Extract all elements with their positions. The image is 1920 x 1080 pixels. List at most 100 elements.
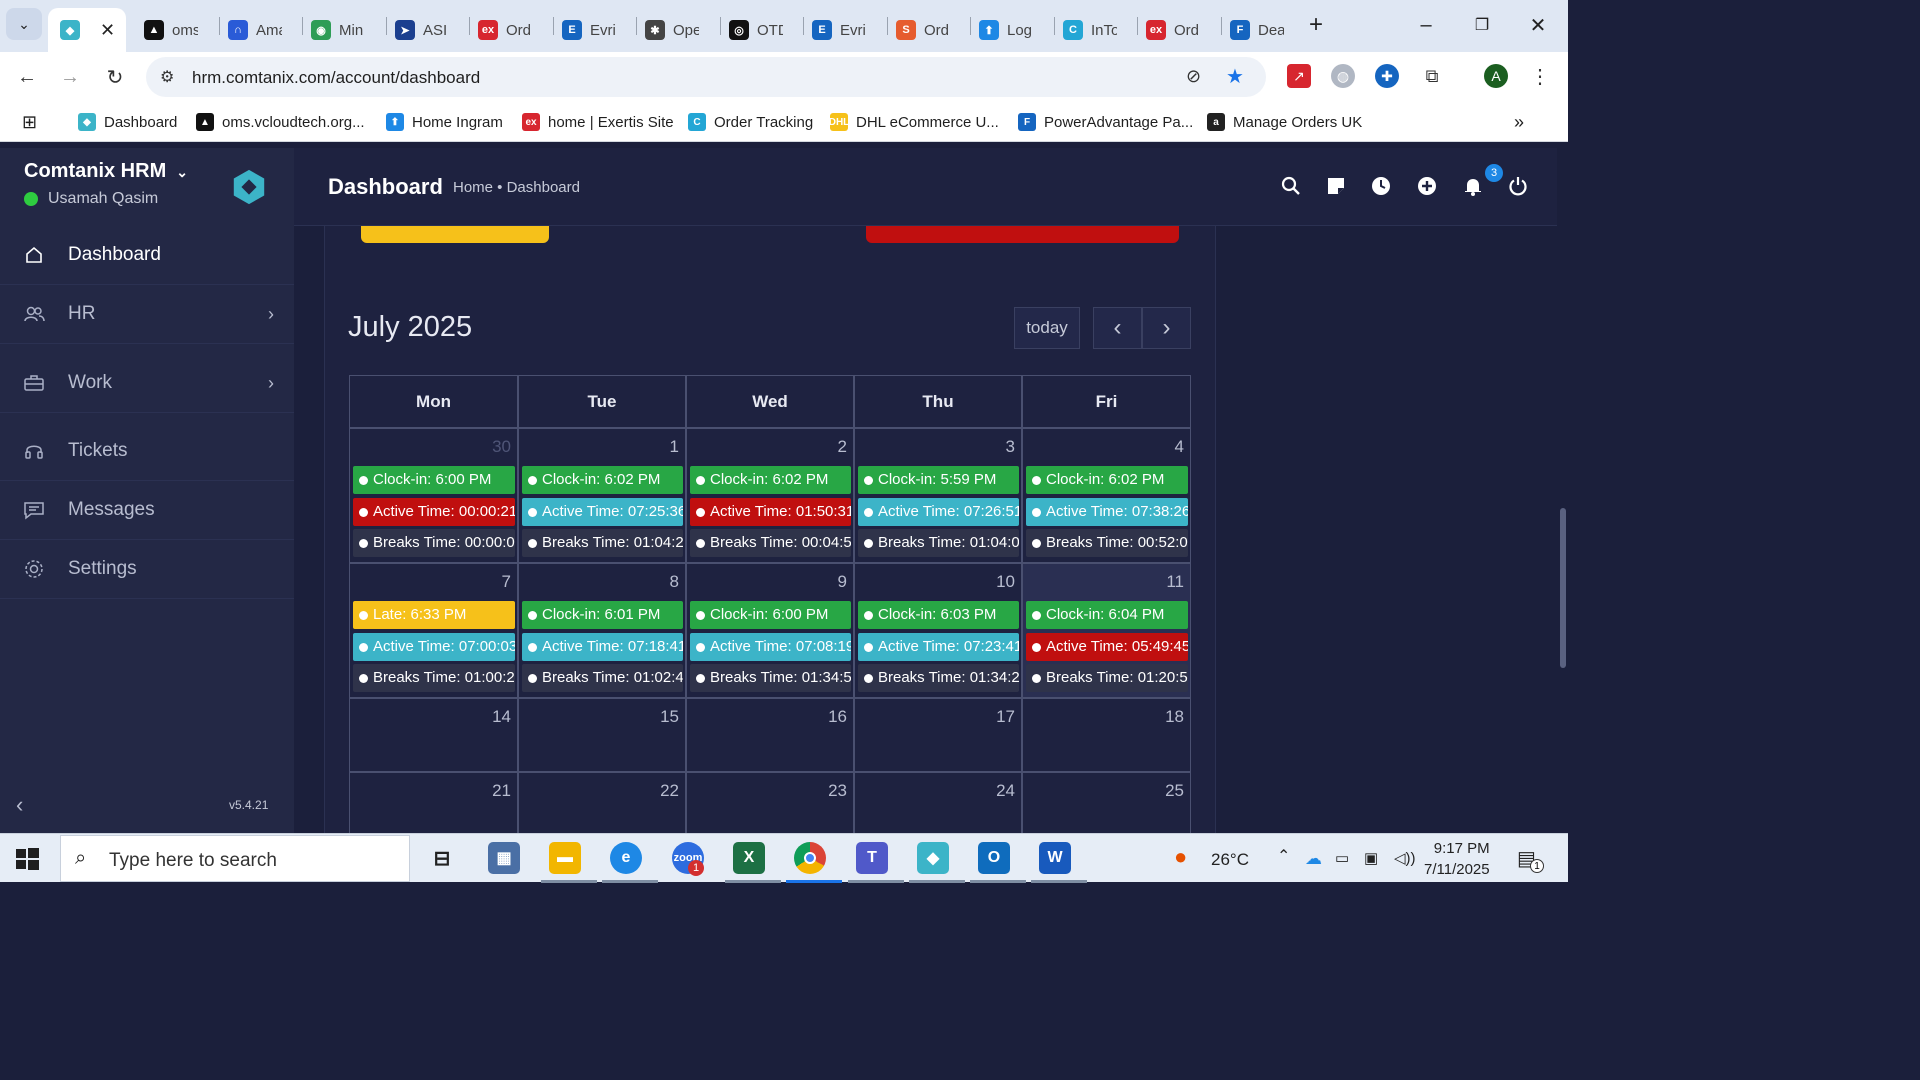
windows-start-icon[interactable]	[14, 846, 40, 872]
restore-button[interactable]: ❐	[1462, 10, 1502, 40]
calendar-day-cell[interactable]: 25	[1022, 772, 1191, 833]
calendar-next-button[interactable]: ›	[1142, 307, 1191, 349]
browser-tab[interactable]: ex Ord	[1140, 8, 1218, 52]
file-explorer-icon[interactable]: ▬	[549, 842, 581, 874]
bookmark-item[interactable]: C Order Tracking	[688, 111, 813, 133]
browser-tab[interactable]: F Dea	[1224, 8, 1302, 52]
calendar-event[interactable]: Active Time: 05:49:45	[1026, 632, 1188, 661]
sidebar-item-settings[interactable]: Settings	[0, 540, 294, 599]
site-info-icon[interactable]: ⚙	[160, 67, 174, 87]
calendar-event[interactable]: Active Time: 07:08:19	[690, 632, 851, 661]
bookmark-item[interactable]: DHL DHL eCommerce U...	[829, 111, 999, 133]
calendar-day-cell[interactable]: 17	[854, 698, 1022, 772]
calendar-event[interactable]: Breaks Time: 01:04:09	[858, 529, 1019, 557]
bell-icon[interactable]	[1461, 174, 1485, 198]
calculator-icon[interactable]: ▦	[488, 842, 520, 874]
calendar-event[interactable]: Breaks Time: 00:04:56	[690, 529, 851, 557]
network-icon[interactable]: ▣	[1364, 849, 1378, 867]
calendar-day-cell[interactable]: 18	[1022, 698, 1191, 772]
calendar-event[interactable]: Breaks Time: 01:34:56	[690, 664, 851, 692]
bookmark-item[interactable]: a Manage Orders UK	[1207, 111, 1362, 133]
more-bookmarks-icon[interactable]: »	[1514, 111, 1524, 133]
tab-search-button[interactable]: ⌄	[6, 8, 42, 40]
pdf-extension-icon[interactable]: ↗	[1287, 64, 1311, 88]
calendar-prev-button[interactable]: ‹	[1093, 307, 1142, 349]
eye-off-icon[interactable]: ⊘	[1186, 66, 1201, 87]
calendar-day-cell[interactable]: 1 Clock-in: 6:02 PM Active Time: 07:25:36 B…	[518, 428, 686, 563]
calendar-event[interactable]: Clock-in: 5:59 PM	[858, 466, 1019, 494]
onedrive-icon[interactable]: ☁	[1305, 849, 1322, 869]
word-icon[interactable]: W	[1039, 842, 1071, 874]
calendar-event[interactable]: Clock-in: 6:00 PM	[690, 601, 851, 629]
calendar-event[interactable]: Active Time: 07:18:41	[522, 632, 683, 661]
bookmark-item[interactable]: ex home | Exertis Site	[522, 111, 674, 133]
calendar-event[interactable]: Breaks Time: 01:00:21	[353, 664, 515, 692]
system-clock[interactable]: 9:17 PM 7/11/2025	[1424, 838, 1490, 880]
tab-active-comtanix[interactable]: ◆ ✕	[48, 8, 126, 52]
tray-expand-icon[interactable]: ⌃	[1277, 846, 1290, 866]
calendar-event[interactable]: Clock-in: 6:02 PM	[522, 466, 683, 494]
outlook-icon[interactable]: O	[978, 842, 1010, 874]
add-icon[interactable]	[1415, 174, 1439, 198]
reload-icon[interactable]: ↻	[102, 64, 128, 90]
browser-tab[interactable]: ◎ OTD	[723, 8, 801, 52]
calendar-event[interactable]: Clock-in: 6:02 PM	[690, 466, 851, 494]
close-window-button[interactable]: ✕	[1518, 10, 1558, 40]
calendar-event[interactable]: Active Time: 07:38:26	[1026, 497, 1188, 526]
calendar-day-cell[interactable]: 3 Clock-in: 5:59 PM Active Time: 07:26:51 B…	[854, 428, 1022, 563]
calendar-event[interactable]: Breaks Time: 00:52:00	[1026, 529, 1188, 557]
clock-icon[interactable]	[1369, 174, 1393, 198]
sidebar-item-tickets[interactable]: Tickets	[0, 422, 294, 481]
browser-tab[interactable]: ✱ Ope	[639, 8, 717, 52]
bookmark-item[interactable]: ⬆ Home Ingram	[386, 111, 503, 133]
browser-tab[interactable]: ∩ Ama	[222, 8, 300, 52]
sidebar-item-hr[interactable]: HR ›	[0, 285, 294, 344]
taskbar-search-box[interactable]: ⌕ Type here to search	[60, 835, 410, 882]
calendar-day-cell[interactable]: 2 Clock-in: 6:02 PM Active Time: 01:50:31 B…	[686, 428, 854, 563]
excel-icon[interactable]: X	[733, 842, 765, 874]
calendar-event[interactable]: Clock-in: 6:01 PM	[522, 601, 683, 629]
calendar-event[interactable]: Active Time: 07:23:41	[858, 632, 1019, 661]
calendar-day-cell[interactable]: 8 Clock-in: 6:01 PM Active Time: 07:18:41 B…	[518, 563, 686, 698]
bookmark-star-icon[interactable]: ★	[1226, 64, 1244, 89]
weather-icon[interactable]: ●	[1174, 844, 1187, 870]
calendar-event[interactable]: Clock-in: 6:04 PM	[1026, 601, 1188, 629]
scrollbar-thumb[interactable]	[1560, 508, 1566, 668]
browser-tab[interactable]: ex Ord	[472, 8, 550, 52]
calendar-event[interactable]: Clock-in: 6:00 PM	[353, 466, 515, 494]
calendar-event[interactable]: Active Time: 01:50:31	[690, 497, 851, 526]
calendar-day-cell[interactable]: 15	[518, 698, 686, 772]
search-icon[interactable]	[1279, 174, 1303, 198]
globe-extension-icon[interactable]: ◍	[1331, 64, 1355, 88]
calendar-event[interactable]: Active Time: 07:00:03	[353, 632, 515, 661]
address-bar[interactable]: ⚙ hrm.comtanix.com/account/dashboard ⊘ ★	[146, 57, 1266, 97]
calendar-event[interactable]: Breaks Time: 01:34:26	[858, 664, 1019, 692]
chrome-icon[interactable]	[794, 842, 826, 874]
profile-avatar[interactable]: A	[1484, 64, 1508, 88]
browser-tab[interactable]: E Evri	[806, 8, 884, 52]
calendar-day-cell[interactable]: 23	[686, 772, 854, 833]
browser-tab[interactable]: ◉ Min	[305, 8, 383, 52]
extension-icon[interactable]: ✚	[1375, 64, 1399, 88]
browser-tab[interactable]: ▲ oms	[138, 8, 216, 52]
calendar-event[interactable]: Active Time: 07:26:51	[858, 497, 1019, 526]
calendar-day-cell[interactable]: 9 Clock-in: 6:00 PM Active Time: 07:08:19 B…	[686, 563, 854, 698]
browser-tab[interactable]: ⬆ Log	[973, 8, 1051, 52]
calendar-event[interactable]: Breaks Time: 01:02:41	[522, 664, 683, 692]
calendar-event[interactable]: Breaks Time: 01:04:20	[522, 529, 683, 557]
browser-tab[interactable]: E Evri	[556, 8, 634, 52]
calendar-event[interactable]: Late: 6:33 PM	[353, 601, 515, 629]
calendar-event[interactable]: Clock-in: 6:02 PM	[1026, 466, 1188, 494]
browser-tab[interactable]: S Ord	[890, 8, 968, 52]
calendar-event[interactable]: Breaks Time: 00:00:00	[353, 529, 515, 557]
sidebar-item-work[interactable]: Work ›	[0, 354, 294, 413]
browser-menu-icon[interactable]: ⋮	[1528, 64, 1552, 88]
edge-icon[interactable]: e	[610, 842, 642, 874]
back-icon[interactable]: ←	[14, 64, 40, 90]
calendar-day-cell[interactable]: 4 Clock-in: 6:02 PM Active Time: 07:38:26 B…	[1022, 428, 1191, 563]
forward-icon[interactable]: →	[57, 64, 83, 90]
minimize-button[interactable]: –	[1406, 10, 1446, 40]
comtanix-app-icon[interactable]: ◆	[917, 842, 949, 874]
browser-tab[interactable]: C InTo	[1057, 8, 1135, 52]
bookmark-item[interactable]: F PowerAdvantage Pa...	[1018, 111, 1193, 133]
